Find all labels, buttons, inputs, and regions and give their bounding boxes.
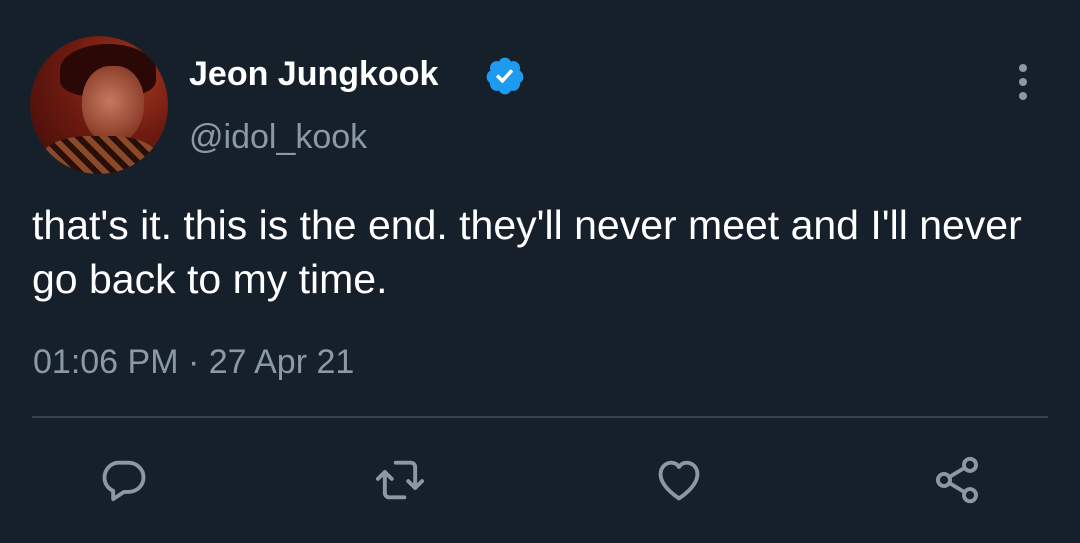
- heart-icon: [658, 460, 700, 501]
- reply-button[interactable]: [96, 452, 152, 508]
- more-vertical-icon[interactable]: [1008, 60, 1038, 104]
- user-handle[interactable]: @idol_kook: [189, 116, 367, 158]
- like-button[interactable]: [651, 452, 707, 508]
- retweet-icon: [375, 460, 425, 500]
- verified-badge-icon: [486, 57, 524, 95]
- divider: [32, 416, 1048, 418]
- retweet-button[interactable]: [372, 452, 428, 508]
- avatar-face: [82, 66, 144, 144]
- share-button[interactable]: [929, 452, 985, 508]
- tweet-text: that's it. this is the end. they'll neve…: [32, 202, 1022, 302]
- reply-icon: [102, 460, 146, 502]
- share-icon: [935, 456, 979, 504]
- display-name[interactable]: Jeon Jungkook: [189, 54, 438, 94]
- avatar[interactable]: [30, 36, 168, 174]
- avatar-shirt: [40, 136, 160, 174]
- tweet-timestamp[interactable]: 01:06 PM · 27 Apr 21: [33, 340, 354, 384]
